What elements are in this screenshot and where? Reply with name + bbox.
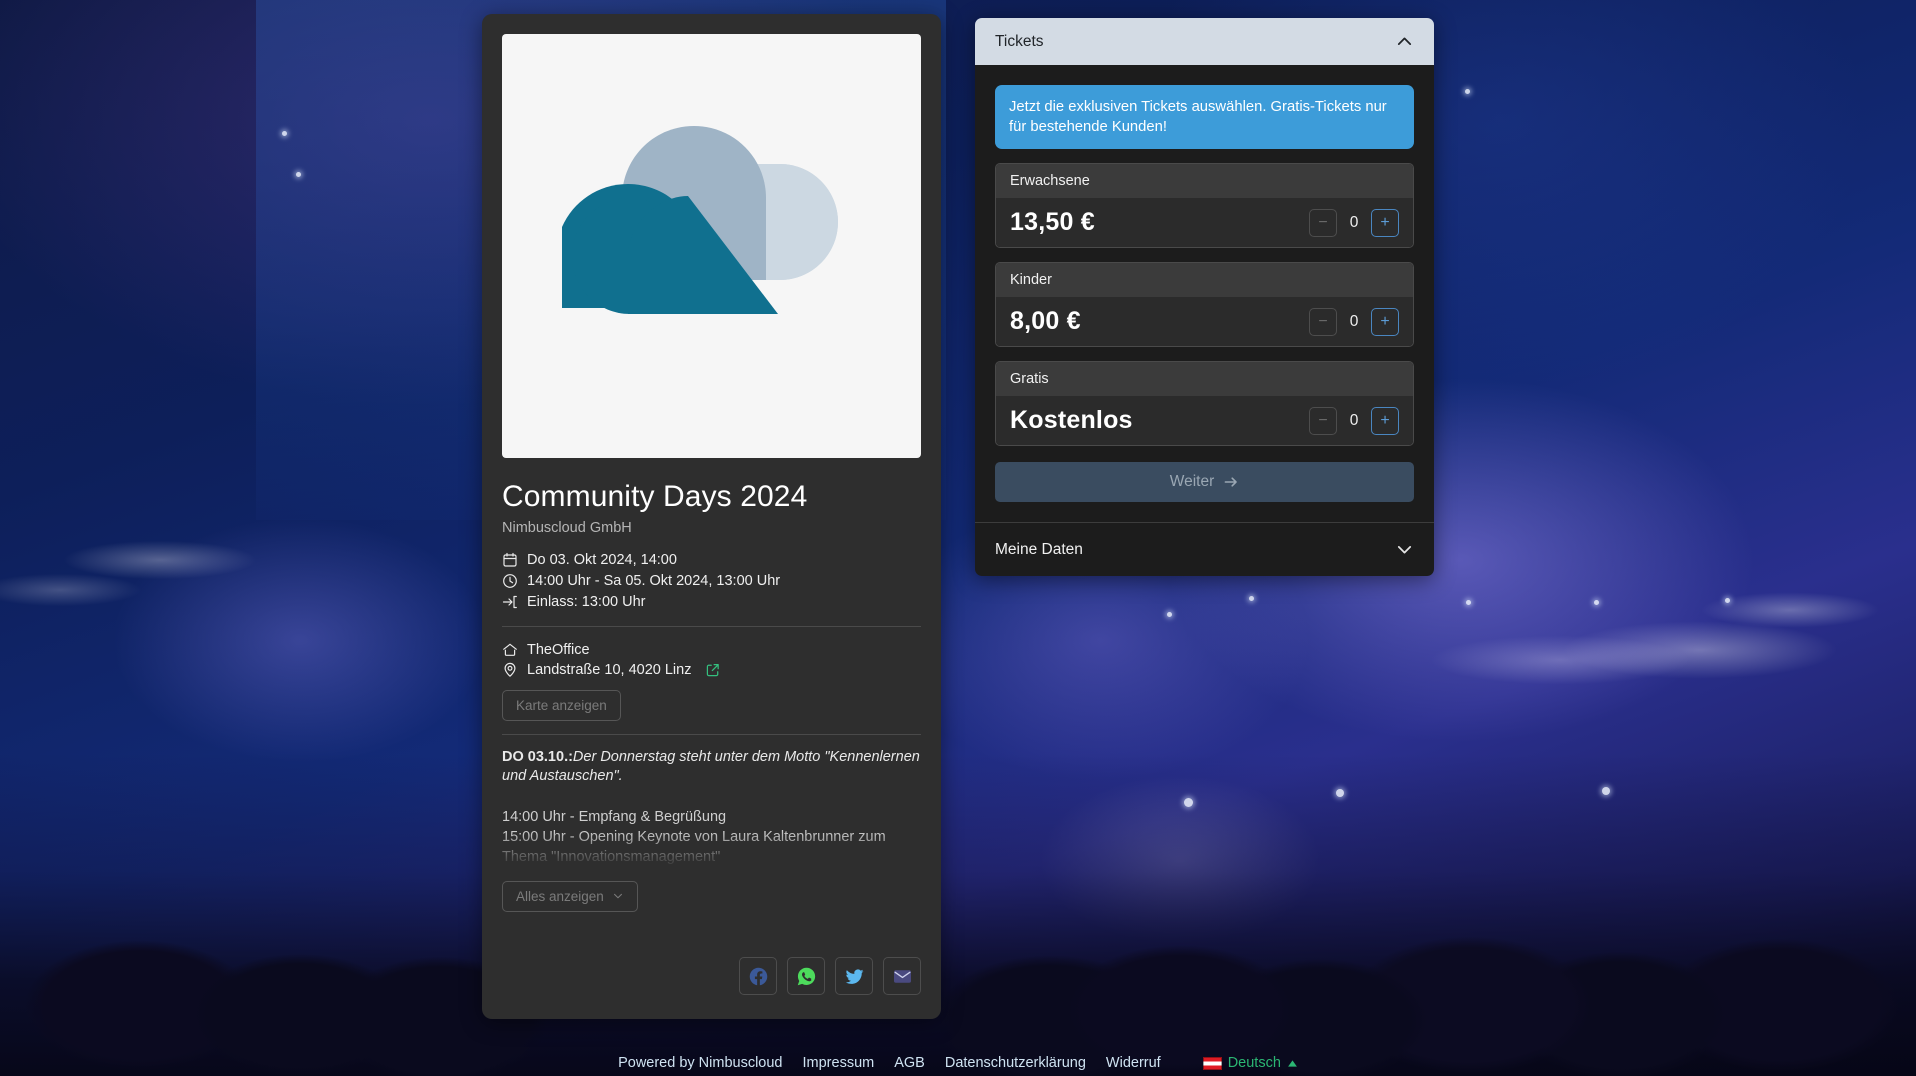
venue-name-row: TheOffice (502, 640, 921, 660)
description-lead-day: DO 03.10.: (502, 749, 573, 765)
site-footer: Powered by Nimbuscloud Impressum AGB Dat… (0, 1050, 1916, 1076)
background-stage-lights (0, 0, 1916, 1076)
event-description: DO 03.10.:Der Donnerstag steht unter dem… (502, 748, 921, 912)
facebook-icon (748, 966, 769, 987)
footer-link-powered-by[interactable]: Powered by Nimbuscloud (618, 1055, 782, 1071)
map-pin-icon (502, 662, 518, 678)
clock-icon (502, 573, 518, 589)
venue-address-row: Landstraße 10, 4020 Linz (502, 660, 921, 680)
background-photo (0, 0, 1916, 1076)
event-date-row: Do 03. Okt 2024, 14:00 (502, 550, 921, 571)
tickets-panel-header[interactable]: Tickets (975, 18, 1434, 65)
entry-arrow-icon (502, 594, 518, 610)
event-meta-list: Do 03. Okt 2024, 14:00 14:00 Uhr - Sa 05… (502, 550, 921, 613)
whatsapp-icon (796, 966, 817, 987)
home-icon (502, 642, 518, 658)
chevron-up-icon[interactable] (1395, 32, 1414, 51)
tickets-notice-banner: Jetzt die exklusiven Tickets auswählen. … (995, 85, 1414, 149)
increase-quantity-button[interactable]: + (1371, 308, 1399, 336)
decrease-quantity-button[interactable]: − (1309, 407, 1337, 435)
ticket-price: 8,00 € (1010, 307, 1081, 336)
show-all-button[interactable]: Alles anzeigen (502, 881, 638, 912)
event-venue-list: TheOffice Landstraße 10, 4020 Linz (502, 640, 921, 680)
ticket-row: Kinder 8,00 € − 0 + (995, 262, 1414, 347)
page-title: Community Days 2024 (502, 480, 921, 515)
ticket-name: Gratis (996, 362, 1413, 396)
quantity-value: 0 (1349, 412, 1359, 430)
ticket-name: Kinder (996, 263, 1413, 297)
decrease-quantity-button[interactable]: − (1309, 209, 1337, 237)
agenda-line: 15:00 Uhr - Opening Keynote von Laura Ka… (502, 827, 921, 867)
event-card: Community Days 2024 Nimbuscloud GmbH Do … (482, 14, 941, 1019)
austria-flag-icon (1203, 1057, 1222, 1070)
ticket-row: Gratis Kostenlos − 0 + (995, 361, 1414, 446)
ticket-row-body: Kostenlos − 0 + (996, 396, 1413, 445)
increase-quantity-button[interactable]: + (1371, 407, 1399, 435)
chevron-down-icon (612, 890, 624, 902)
event-time-text: 14:00 Uhr - Sa 05. Okt 2024, 13:00 Uhr (527, 573, 780, 589)
share-email-button[interactable] (883, 957, 921, 995)
venue-address-text: Landstraße 10, 4020 Linz (527, 662, 691, 678)
quantity-stepper: − 0 + (1309, 308, 1399, 336)
footer-link-impressum[interactable]: Impressum (803, 1055, 875, 1071)
footer-link-datenschutz[interactable]: Datenschutzerklärung (945, 1055, 1086, 1071)
nimbuscloud-cloud-logo (562, 96, 862, 396)
share-whatsapp-button[interactable] (787, 957, 825, 995)
show-all-label: Alles anzeigen (516, 889, 604, 904)
my-data-panel-header[interactable]: Meine Daten (975, 522, 1434, 576)
external-link-icon[interactable] (706, 663, 720, 677)
ticket-name: Erwachsene (996, 164, 1413, 198)
tickets-panel: Tickets Jetzt die exklusiven Tickets aus… (975, 18, 1434, 576)
quantity-value: 0 (1349, 313, 1359, 331)
description-agenda: 14:00 Uhr - Empfang & Begrüßung 15:00 Uh… (502, 807, 921, 869)
venue-name-text: TheOffice (527, 642, 590, 658)
ticket-price: Kostenlos (1010, 406, 1133, 435)
ticket-price: 13,50 € (1010, 208, 1095, 237)
next-button-label: Weiter (1170, 473, 1215, 491)
footer-link-agb[interactable]: AGB (894, 1055, 925, 1071)
calendar-icon (502, 552, 518, 568)
chevron-down-icon[interactable] (1395, 540, 1414, 559)
event-time-row: 14:00 Uhr - Sa 05. Okt 2024, 13:00 Uhr (502, 571, 921, 592)
caret-up-icon (1287, 1058, 1298, 1069)
quantity-stepper: − 0 + (1309, 407, 1399, 435)
meta-divider (502, 626, 921, 627)
footer-link-widerruf[interactable]: Widerruf (1106, 1055, 1161, 1071)
event-organizer: Nimbuscloud GmbH (502, 520, 921, 536)
language-selector[interactable]: Deutsch (1203, 1055, 1298, 1071)
description-divider (502, 734, 921, 735)
ticket-row-body: 8,00 € − 0 + (996, 297, 1413, 346)
tickets-panel-body: Jetzt die exklusiven Tickets auswählen. … (975, 65, 1434, 522)
next-button[interactable]: Weiter (995, 462, 1414, 502)
increase-quantity-button[interactable]: + (1371, 209, 1399, 237)
event-entry-text: Einlass: 13:00 Uhr (527, 594, 645, 610)
event-entry-row: Einlass: 13:00 Uhr (502, 592, 921, 613)
email-icon (892, 966, 913, 987)
event-hero-image (502, 34, 921, 458)
share-buttons-row (502, 957, 921, 995)
share-facebook-button[interactable] (739, 957, 777, 995)
agenda-line: 16:30 Uhr - Kennenlernrunde (502, 867, 921, 869)
quantity-stepper: − 0 + (1309, 209, 1399, 237)
share-twitter-button[interactable] (835, 957, 873, 995)
quantity-value: 0 (1349, 214, 1359, 232)
ticket-row: Erwachsene 13,50 € − 0 + (995, 163, 1414, 248)
arrow-right-icon (1223, 474, 1239, 490)
description-lead: DO 03.10.:Der Donnerstag steht unter dem… (502, 748, 921, 787)
agenda-line: 14:00 Uhr - Empfang & Begrüßung (502, 807, 921, 827)
ticket-row-body: 13,50 € − 0 + (996, 198, 1413, 247)
twitter-icon (844, 966, 865, 987)
show-map-button[interactable]: Karte anzeigen (502, 690, 621, 721)
decrease-quantity-button[interactable]: − (1309, 308, 1337, 336)
tickets-panel-title: Tickets (995, 33, 1044, 51)
my-data-panel-title: Meine Daten (995, 541, 1083, 559)
language-label: Deutsch (1228, 1055, 1281, 1071)
event-date-text: Do 03. Okt 2024, 14:00 (527, 552, 677, 568)
